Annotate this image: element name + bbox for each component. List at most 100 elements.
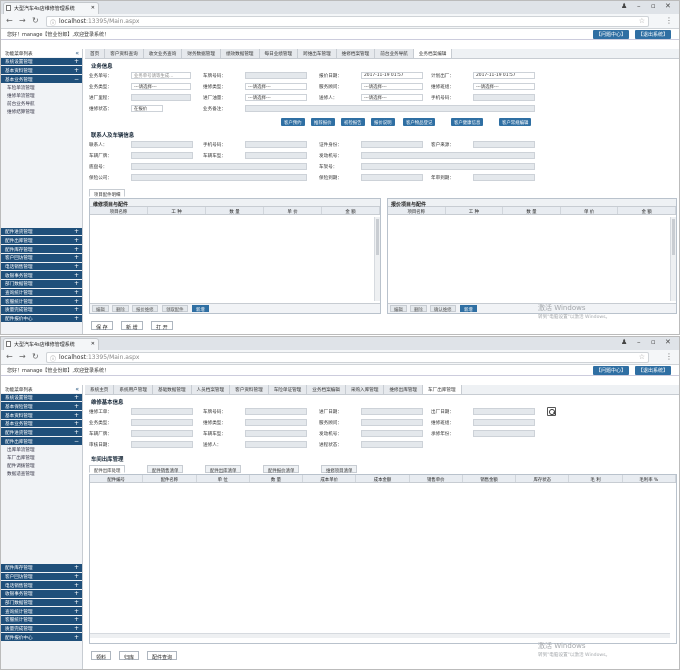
- out-date-field[interactable]: [473, 408, 535, 415]
- sidebar-item[interactable]: 配件进货管理 +: [1, 428, 82, 438]
- module-tab[interactable]: 客户资料管理: [230, 385, 269, 394]
- module-tab[interactable]: 首页: [85, 49, 106, 58]
- sidebar-item[interactable]: 基本保险管理 +: [1, 402, 82, 412]
- customer-edit-button[interactable]: 客户常规编辑: [499, 118, 532, 126]
- forward-icon[interactable]: →: [19, 16, 26, 25]
- new-button[interactable]: 新 增: [121, 321, 143, 331]
- sidebar-item[interactable]: 配件库存管理 +: [1, 563, 82, 573]
- edit-button[interactable]: 编辑: [390, 305, 407, 313]
- vin-field[interactable]: [131, 163, 307, 170]
- brand-field[interactable]: [131, 152, 193, 159]
- mechanic-select[interactable]: ---请选择---: [473, 83, 535, 90]
- sidebar-item[interactable]: 客服统计管理 +: [1, 615, 82, 625]
- status-field[interactable]: [361, 441, 423, 448]
- engine-field[interactable]: [361, 430, 423, 437]
- sidebar-sub-item[interactable]: 维修单流管理: [1, 92, 82, 100]
- sidebar-item[interactable]: 配件报价中心 +: [1, 314, 82, 324]
- back-icon[interactable]: ←: [6, 352, 13, 361]
- engine-field[interactable]: [361, 152, 535, 159]
- sidebar-item[interactable]: 查询统计管理 +: [1, 607, 82, 616]
- sidebar-item[interactable]: 收银事务管理 +: [1, 589, 82, 599]
- module-tab[interactable]: 维修档案管理: [336, 49, 376, 58]
- model-field[interactable]: [245, 152, 307, 159]
- receive-parts-button[interactable]: 领取配件: [162, 305, 188, 313]
- customer-items-button[interactable]: 客户物品登记: [403, 118, 436, 126]
- edit-button[interactable]: 编辑: [92, 305, 109, 313]
- initial-report-button[interactable]: 初检报告: [341, 118, 365, 126]
- biz-note-field[interactable]: [245, 105, 535, 112]
- biz-type-select[interactable]: ---请选择---: [131, 83, 191, 90]
- pick-material-button[interactable]: 领料: [91, 651, 112, 661]
- bookmark-star-icon[interactable]: ☆: [639, 17, 645, 25]
- forward-icon[interactable]: →: [19, 352, 26, 361]
- sidebar-item[interactable]: 客户回访管理 +: [1, 253, 82, 263]
- sidebar-item-basic-data[interactable]: 基本资料管理 +: [1, 66, 82, 76]
- sidebar-sub-item[interactable]: 配件调拨管理: [1, 462, 82, 470]
- quote-description-button[interactable]: 报价说明: [371, 118, 395, 126]
- help-center-button[interactable]: 【问题中心】: [593, 366, 630, 375]
- delete-button[interactable]: 删除: [112, 305, 129, 313]
- frame-field[interactable]: [361, 163, 535, 170]
- close-window-icon[interactable]: ✕: [665, 338, 671, 346]
- module-tab-active[interactable]: 业务档案编辑: [413, 49, 453, 58]
- browser-tab[interactable]: 大型汽车4s店维修管理系统 ✕: [3, 2, 99, 14]
- customer-appointment-button[interactable]: 客户预约: [281, 118, 305, 126]
- module-tab[interactable]: 收文业务查询: [143, 49, 183, 58]
- user-icon[interactable]: ♟: [621, 2, 627, 10]
- sidebar-sub-item[interactable]: 维修结算管理: [1, 108, 82, 116]
- confirm-repair-button[interactable]: 确认维修: [430, 305, 456, 313]
- insurer-field[interactable]: [131, 174, 307, 181]
- sidebar-item[interactable]: 基本业务管理 +: [1, 419, 82, 429]
- sender-field[interactable]: [245, 441, 307, 448]
- annual-date-field[interactable]: [473, 174, 535, 181]
- ins-date-field[interactable]: [361, 174, 423, 181]
- detail-tab[interactable]: 项目配件明细: [89, 189, 126, 198]
- delete-button[interactable]: 删除: [410, 305, 427, 313]
- module-tab[interactable]: 采购入库管理: [345, 385, 385, 394]
- open-button[interactable]: 打 开: [151, 321, 173, 331]
- maximize-icon[interactable]: ▫: [651, 338, 656, 346]
- sidebar-item-business[interactable]: 基本业务管理 −: [1, 75, 82, 84]
- sidebar-item[interactable]: 配件进货管理 +: [1, 227, 82, 237]
- car-no-field[interactable]: [245, 72, 307, 79]
- module-tab[interactable]: 客户资料查询: [105, 49, 144, 58]
- subtab-outbound-process[interactable]: 配件出库处理: [89, 465, 126, 474]
- close-window-icon[interactable]: ✕: [665, 2, 671, 10]
- work-order-field[interactable]: [131, 408, 193, 415]
- sidebar-item-outbound[interactable]: 配件出库管理 −: [1, 437, 82, 446]
- url-field[interactable]: ⓘ localhost:13395/Main.aspx ☆: [46, 16, 649, 27]
- customer-health-button[interactable]: 客户健康信息: [451, 118, 484, 126]
- model-field[interactable]: [245, 430, 307, 437]
- vertical-scrollbar[interactable]: [670, 217, 676, 301]
- module-tab[interactable]: 人员档案管理: [191, 385, 231, 394]
- sidebar-sub-item[interactable]: 车险单流管理: [1, 84, 82, 92]
- sidebar-item[interactable]: 电话销售管理 +: [1, 581, 82, 590]
- in-date-field[interactable]: [361, 408, 423, 415]
- help-center-button[interactable]: 【问题中心】: [593, 30, 630, 39]
- phone-field[interactable]: [473, 94, 535, 101]
- sidebar-item[interactable]: 电话销售管理 +: [1, 262, 82, 272]
- search-icon[interactable]: [547, 407, 556, 416]
- browser-menu-icon[interactable]: ⋮: [665, 352, 673, 361]
- id-field[interactable]: [361, 141, 423, 148]
- vertical-scrollbar[interactable]: [374, 217, 380, 301]
- sidebar-item[interactable]: 配件报价中心 +: [1, 633, 82, 642]
- brand-field[interactable]: [131, 430, 193, 437]
- contact-field[interactable]: [131, 141, 193, 148]
- subtab-sales-list[interactable]: 配件销售清单: [147, 465, 184, 474]
- sidebar-item[interactable]: 配件出库管理 +: [1, 236, 82, 246]
- sidebar-sub-item[interactable]: 数据适查管理: [1, 470, 82, 478]
- in-fuel-select[interactable]: ---请选择---: [245, 94, 307, 101]
- module-tab-active[interactable]: 车厂出库管理: [423, 385, 462, 394]
- sidebar-item-system[interactable]: 系统设置管理 +: [1, 57, 82, 67]
- subtab-repair-items[interactable]: 维修项目清单: [321, 465, 358, 474]
- sender-select[interactable]: ---请选择---: [361, 94, 423, 101]
- module-tab[interactable]: 每日业绩管理: [259, 49, 299, 58]
- url-field[interactable]: ⓘ localhost:13395/Main.aspx ☆: [46, 352, 649, 363]
- payer-field[interactable]: [473, 430, 535, 437]
- sidebar-item[interactable]: 系统设置管理 +: [1, 393, 82, 403]
- repair-status-select[interactable]: 在报价: [131, 105, 163, 112]
- quote-repair-button[interactable]: 报价维修: [132, 305, 158, 313]
- quote-date-field[interactable]: 2017-11-19 01:57: [361, 72, 423, 79]
- bookmark-star-icon[interactable]: ☆: [639, 353, 645, 361]
